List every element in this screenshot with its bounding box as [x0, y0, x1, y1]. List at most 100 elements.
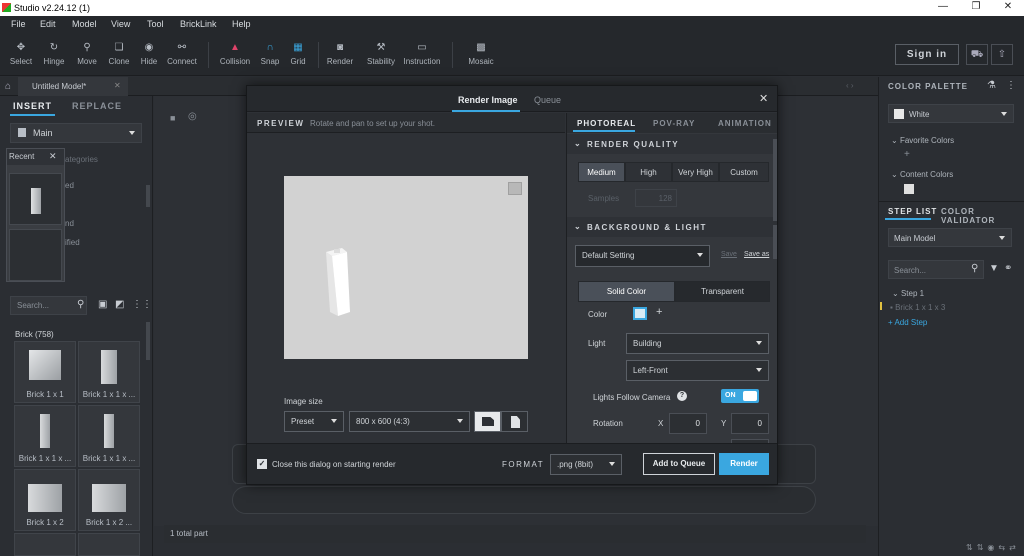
render-preview-viewport[interactable]: [284, 176, 528, 359]
tab-insert[interactable]: INSERT: [13, 101, 52, 111]
tab-render-image[interactable]: Render Image: [458, 95, 518, 105]
camera-view-icon[interactable]: ■: [170, 113, 175, 123]
light-direction-select[interactable]: Left-Front: [626, 360, 769, 381]
filter-icon[interactable]: ▣: [98, 299, 107, 310]
step-part-item[interactable]: ▪ Brick 1 x 1 x 3: [890, 303, 945, 312]
tab-animation[interactable]: ANIMATION: [718, 119, 772, 128]
color-select[interactable]: White: [888, 104, 1014, 123]
settings-scrollbar[interactable]: [773, 139, 777, 221]
part-tile[interactable]: [78, 533, 140, 556]
menu-view[interactable]: View: [111, 19, 130, 29]
solid-color-button[interactable]: Solid Color: [578, 281, 675, 302]
mosaic-button[interactable]: ▩ Mosaic: [461, 40, 501, 66]
add-to-queue-button[interactable]: Add to Queue: [643, 453, 715, 475]
model-select[interactable]: Main Model: [888, 228, 1012, 247]
tab-color-validator[interactable]: COLOR VALIDATOR: [941, 207, 1024, 225]
recent-part-cell[interactable]: [9, 229, 62, 281]
portrait-orientation-button[interactable]: [501, 411, 528, 432]
part-tile[interactable]: Brick 1 x 1 x ...: [14, 405, 76, 467]
tab-replace[interactable]: REPLACE: [72, 101, 122, 111]
step-item[interactable]: ⌄ Step 1: [892, 289, 924, 298]
landscape-orientation-button[interactable]: [474, 411, 501, 432]
category-item[interactable]: ified: [65, 238, 80, 247]
step-search-input[interactable]: Search...: [888, 260, 984, 279]
content-colors-section[interactable]: ⌄ Content Colors: [891, 170, 953, 179]
settings-scrollbar[interactable]: [773, 225, 777, 259]
part-tile[interactable]: Brick 1 x 2: [14, 469, 76, 531]
render-quality-section[interactable]: ⌄ RENDER QUALITY: [567, 134, 777, 154]
image-size-select[interactable]: 800 x 600 (4:3): [349, 411, 470, 432]
grid-view-icon[interactable]: ⋮⋮: [132, 299, 152, 310]
part-search-input[interactable]: Search...: [10, 296, 87, 315]
save-as-setting-link[interactable]: Save as: [744, 251, 769, 258]
background-light-section[interactable]: ⌄ BACKGROUND & LIGHT: [567, 217, 777, 237]
target-icon[interactable]: ◎: [188, 111, 197, 122]
part-tile[interactable]: Brick 1 x 1: [14, 341, 76, 403]
stability-button[interactable]: ⚒ Stability: [361, 40, 401, 66]
cart-button[interactable]: ⛟: [966, 44, 988, 65]
content-color-swatch[interactable]: [904, 184, 914, 194]
connect-tool-button[interactable]: ⚯ Connect: [162, 40, 202, 66]
custom-parts-icon[interactable]: ◩: [115, 299, 124, 310]
close-recent-icon[interactable]: ✕: [49, 151, 57, 162]
upload-button[interactable]: ⇧: [991, 44, 1013, 65]
light-select[interactable]: Building: [626, 333, 769, 354]
tab-photoreal[interactable]: PHOTOREAL: [577, 119, 636, 128]
add-favorite-icon[interactable]: +: [904, 149, 910, 160]
quality-custom-button[interactable]: Custom: [719, 162, 769, 182]
render-button[interactable]: ◙ Render: [320, 40, 360, 66]
step-list-footer-icons[interactable]: ⇅⇅◉⇆⇄: [966, 543, 1020, 552]
tab-pov-ray[interactable]: POV-RAY: [653, 119, 695, 128]
quality-very-high-button[interactable]: Very High: [672, 162, 719, 182]
recent-part-cell[interactable]: [9, 173, 62, 225]
rotation-y-input[interactable]: 0: [731, 413, 769, 434]
document-tab[interactable]: Untitled Model* ✕: [18, 77, 128, 96]
tab-scroll-icon[interactable]: ‹ ›: [846, 81, 854, 90]
rotation-x-input[interactable]: 0: [669, 413, 707, 434]
close-dialog-icon[interactable]: ✕: [759, 92, 768, 105]
part-tile[interactable]: Brick 1 x 1 x ...: [78, 341, 140, 403]
link-icon[interactable]: ⚭: [1004, 263, 1012, 274]
render-start-button[interactable]: Render: [719, 453, 769, 475]
lights-follow-toggle[interactable]: ON: [721, 389, 759, 403]
part-tile[interactable]: Brick 1 x 1 x ...: [78, 405, 140, 467]
instruction-button[interactable]: ▭ Instruction: [402, 40, 442, 66]
tab-step-list[interactable]: STEP LIST: [888, 207, 937, 216]
maximize-button[interactable]: ❐: [961, 1, 991, 15]
more-options-icon[interactable]: ⋮: [1006, 80, 1016, 91]
format-select[interactable]: .png (8bit): [550, 454, 622, 475]
part-tile[interactable]: Brick 1 x 2 ...: [78, 469, 140, 531]
add-color-icon[interactable]: +: [656, 306, 662, 318]
tab-queue[interactable]: Queue: [534, 95, 561, 105]
part-tile[interactable]: [14, 533, 76, 556]
transparent-button[interactable]: Transparent: [675, 281, 770, 302]
menu-tool[interactable]: Tool: [147, 19, 164, 29]
quality-high-button[interactable]: High: [625, 162, 672, 182]
close-on-render-checkbox[interactable]: ✓: [257, 459, 267, 469]
help-icon[interactable]: ?: [677, 391, 687, 401]
grid-button[interactable]: ▦ Grid: [278, 40, 318, 66]
filter-icon[interactable]: ▼: [989, 263, 999, 274]
category-item[interactable]: ed: [65, 181, 74, 190]
search-icon[interactable]: ⚲: [77, 299, 84, 310]
save-setting-link[interactable]: Save: [721, 251, 737, 258]
category-scrollbar[interactable]: [146, 185, 150, 207]
category-item[interactable]: nd: [65, 219, 74, 228]
paint-bucket-icon[interactable]: ⚗: [987, 80, 996, 91]
favorite-colors-section[interactable]: ⌄ Favorite Colors: [891, 136, 954, 145]
close-tab-icon[interactable]: ✕: [114, 81, 121, 90]
add-step-button[interactable]: + Add Step: [888, 318, 927, 327]
menu-edit[interactable]: Edit: [40, 19, 56, 29]
close-window-button[interactable]: ✕: [993, 1, 1023, 15]
menu-bricklink[interactable]: BrickLink: [180, 19, 217, 29]
minimize-button[interactable]: —: [928, 1, 958, 15]
sign-in-button[interactable]: Sign in: [895, 44, 959, 65]
quality-medium-button[interactable]: Medium: [578, 162, 625, 182]
collision-toggle-button[interactable]: ▲ Collision: [215, 40, 255, 66]
home-icon[interactable]: ⌂: [5, 81, 11, 92]
menu-model[interactable]: Model: [72, 19, 97, 29]
fullscreen-preview-icon[interactable]: [508, 182, 522, 195]
palette-select[interactable]: Main: [10, 123, 142, 143]
search-icon[interactable]: ⚲: [971, 263, 978, 274]
parts-scrollbar[interactable]: [146, 322, 150, 360]
